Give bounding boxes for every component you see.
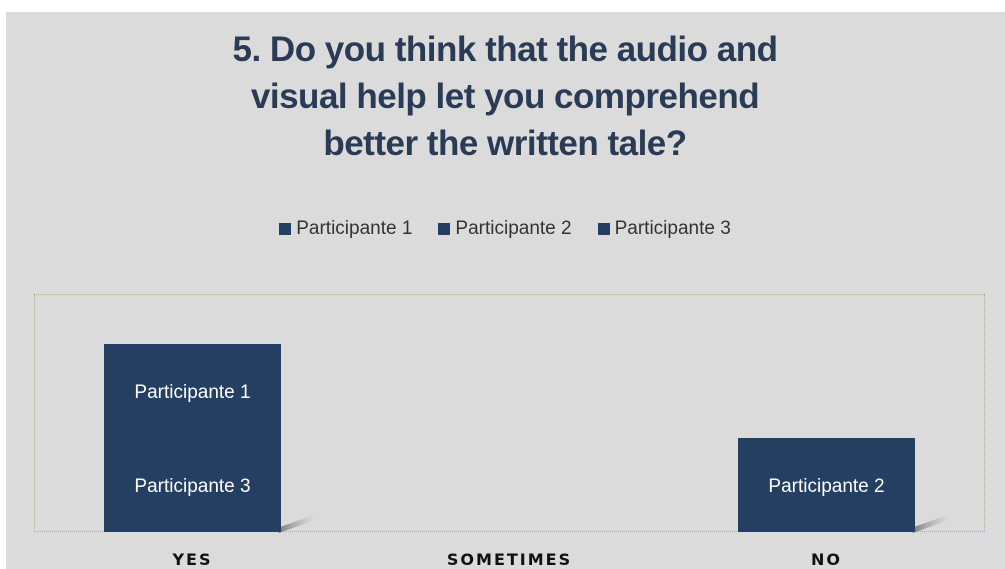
bar-shadow [277, 516, 315, 533]
chart-svg: Participante 1 Participante 3 Participante… [104, 344, 949, 569]
data-label: Participante 3 [134, 476, 250, 497]
bar-shadow [911, 516, 949, 533]
x-tick-label: NO [811, 550, 842, 569]
x-tick-label: SOMETIMES [447, 550, 572, 569]
data-label: Participante 1 [134, 382, 250, 403]
data-label: Participante 2 [768, 476, 884, 497]
x-tick-label: YES [171, 550, 212, 569]
